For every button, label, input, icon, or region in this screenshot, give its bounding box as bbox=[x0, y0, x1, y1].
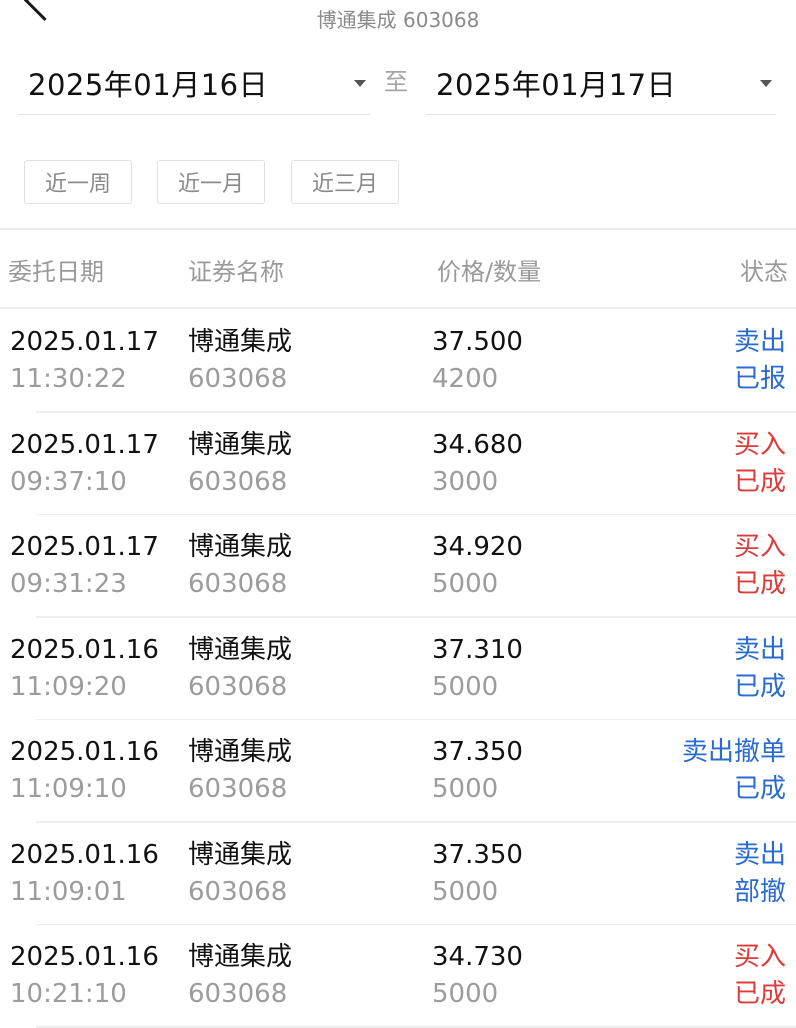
order-direction: 买入 bbox=[733, 532, 786, 562]
divider bbox=[0, 228, 796, 230]
divider bbox=[0, 307, 796, 309]
security-name: 博通集成 bbox=[188, 327, 293, 357]
security-name: 博通集成 bbox=[188, 532, 293, 562]
page-subtitle: 博通集成 603068 bbox=[316, 8, 480, 32]
table-row[interactable]: 2025.01.16 10:21:10 博通集成 603068 34.730 5000 买入… bbox=[0, 925, 796, 1028]
order-date: 2025.01.16 bbox=[10, 634, 159, 665]
end-date-picker[interactable]: 2025年01月17日 bbox=[426, 52, 776, 115]
order-status: 已成 bbox=[733, 979, 786, 1009]
order-date: 2025.01.17 bbox=[10, 532, 159, 562]
order-direction: 买入 bbox=[733, 429, 786, 460]
security-code: 603068 bbox=[188, 979, 288, 1009]
order-status: 部撤 bbox=[733, 876, 786, 907]
order-direction: 卖出撤单 bbox=[681, 737, 786, 767]
order-price: 37.350 bbox=[432, 839, 523, 870]
order-date: 2025.01.16 bbox=[10, 839, 159, 870]
security-code: 603068 bbox=[188, 466, 288, 497]
order-status: 已报 bbox=[733, 364, 786, 394]
order-quantity: 5000 bbox=[432, 671, 499, 702]
order-quantity: 5000 bbox=[432, 876, 499, 907]
order-direction: 卖出 bbox=[733, 327, 786, 357]
end-date-value: 2025年01月17日 bbox=[436, 68, 677, 102]
table-row[interactable]: 2025.01.17 11:30:22 博通集成 603068 37.500 4200 卖出… bbox=[0, 310, 796, 413]
order-quantity: 5000 bbox=[432, 569, 499, 599]
security-code: 603068 bbox=[188, 876, 288, 907]
order-status: 已成 bbox=[733, 569, 786, 599]
order-time: 09:31:23 bbox=[10, 569, 127, 599]
order-date: 2025.01.17 bbox=[10, 327, 159, 357]
security-name: 博通集成 bbox=[188, 429, 293, 460]
order-direction: 卖出 bbox=[733, 839, 786, 870]
column-header-date[interactable]: 委托日期 bbox=[8, 252, 104, 287]
filter-last-month-button[interactable]: 近一月 bbox=[157, 160, 265, 204]
chevron-down-icon bbox=[760, 79, 772, 87]
order-date: 2025.01.16 bbox=[10, 942, 159, 972]
column-header-name[interactable]: 证券名称 bbox=[188, 252, 284, 287]
start-date-value: 2025年01月16日 bbox=[28, 68, 269, 102]
order-direction: 买入 bbox=[733, 942, 786, 972]
order-quantity: 5000 bbox=[432, 979, 499, 1009]
chevron-down-icon bbox=[354, 79, 366, 87]
column-header-price-qty[interactable]: 价格/数量 bbox=[437, 252, 541, 287]
filter-last-week-button[interactable]: 近一周 bbox=[24, 160, 132, 204]
table-row[interactable]: 2025.01.16 11:09:20 博通集成 603068 37.310 5000 卖出… bbox=[0, 618, 796, 720]
security-code: 603068 bbox=[188, 774, 288, 804]
filter-last-three-months-button[interactable]: 近三月 bbox=[291, 160, 399, 204]
order-time: 11:09:20 bbox=[10, 671, 127, 702]
order-price: 37.500 bbox=[432, 327, 523, 357]
order-time: 09:37:10 bbox=[10, 466, 127, 497]
order-time: 11:09:01 bbox=[10, 876, 127, 907]
security-name: 博通集成 bbox=[188, 839, 293, 870]
security-code: 603068 bbox=[188, 569, 288, 599]
order-quantity: 3000 bbox=[432, 466, 499, 497]
row-divider bbox=[36, 1026, 796, 1028]
order-price: 34.730 bbox=[432, 942, 523, 972]
order-date: 2025.01.17 bbox=[10, 429, 159, 460]
order-direction: 卖出 bbox=[733, 634, 786, 665]
order-status: 已成 bbox=[733, 466, 786, 497]
order-status: 已成 bbox=[733, 671, 786, 702]
security-name: 博通集成 bbox=[188, 634, 293, 665]
order-price: 37.350 bbox=[432, 737, 523, 767]
security-name: 博通集成 bbox=[188, 942, 293, 972]
order-quantity: 5000 bbox=[432, 774, 499, 804]
table-row[interactable]: 2025.01.16 11:09:01 博通集成 603068 37.350 5000 卖出… bbox=[0, 823, 796, 925]
security-code: 603068 bbox=[188, 364, 288, 394]
order-date: 2025.01.16 bbox=[10, 737, 159, 767]
order-time: 11:30:22 bbox=[10, 364, 127, 394]
order-price: 34.680 bbox=[432, 429, 523, 460]
column-header-status[interactable]: 状态 bbox=[740, 252, 788, 287]
order-time: 10:21:10 bbox=[10, 979, 127, 1009]
start-date-picker[interactable]: 2025年01月16日 bbox=[18, 52, 370, 115]
table-header: 委托日期 证券名称 价格/数量 状态 bbox=[0, 252, 796, 286]
table-row[interactable]: 2025.01.16 11:09:10 博通集成 603068 37.350 5000 卖出… bbox=[0, 720, 796, 823]
order-status: 已成 bbox=[733, 774, 786, 804]
table-row[interactable]: 2025.01.17 09:37:10 博通集成 603068 34.680 3000 买入… bbox=[0, 413, 796, 515]
order-quantity: 4200 bbox=[432, 364, 499, 394]
order-price: 37.310 bbox=[432, 634, 523, 665]
security-name: 博通集成 bbox=[188, 737, 293, 767]
table-row[interactable]: 2025.01.17 09:31:23 博通集成 603068 34.920 5000 买入… bbox=[0, 515, 796, 618]
order-list: 2025.01.17 11:30:22 博通集成 603068 37.500 4200 卖出… bbox=[0, 310, 796, 1028]
security-code: 603068 bbox=[188, 671, 288, 702]
order-time: 11:09:10 bbox=[10, 774, 127, 804]
date-range-separator: 至 bbox=[384, 68, 408, 96]
order-price: 34.920 bbox=[432, 532, 523, 562]
